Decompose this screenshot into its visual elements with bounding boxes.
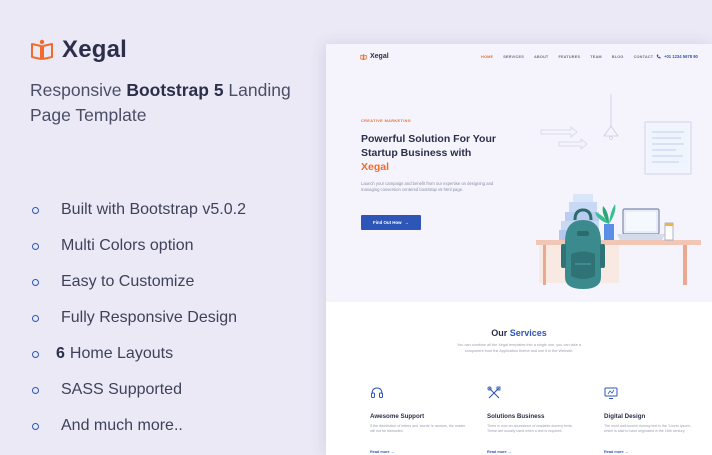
hero-section: Xegal HOME SERVICES ABOUT FEATURES TEAM … (326, 44, 712, 302)
nav-link-features[interactable]: FEATURES (558, 55, 580, 59)
feature-item: 6 Home Layouts (30, 336, 310, 372)
bullet-icon (32, 422, 39, 430)
monitor-design-icon (604, 387, 618, 399)
preview-nav-links: HOME SERVICES ABOUT FEATURES TEAM BLOG C… (481, 55, 653, 59)
promo-panel: Xegal Responsive Bootstrap 5 Landing Pag… (30, 36, 310, 444)
service-card-support: Awesome Support If the distribution of l… (370, 386, 466, 454)
hero-description: Launch your campaign and benefit from ou… (361, 181, 494, 193)
services-subtitle: You can combine all the Xegal templates … (457, 343, 581, 353)
brand-logo: Xegal (30, 36, 310, 64)
arrow-right-icon: → (404, 220, 409, 225)
hero-illustration (536, 94, 701, 289)
preview-navbar: Xegal HOME SERVICES ABOUT FEATURES TEAM … (326, 44, 712, 72)
nav-link-contact[interactable]: CONTACT (634, 55, 654, 59)
hero-eyebrow: CREATIVE MARKETING (361, 119, 412, 123)
bullet-icon (32, 314, 39, 322)
read-more-link[interactable]: Read more → (604, 450, 700, 454)
read-more-link[interactable]: Read more → (370, 450, 466, 454)
services-title: Our Services (491, 328, 547, 338)
nav-link-about[interactable]: ABOUT (534, 55, 549, 59)
feature-item: SASS Supported (30, 372, 310, 408)
open-book-icon (360, 53, 367, 60)
nav-link-blog[interactable]: BLOG (612, 55, 624, 59)
bullet-icon (32, 350, 39, 358)
phone-icon (656, 54, 661, 59)
nav-phone[interactable]: +01 1234 5678 90 (656, 54, 698, 59)
bullet-icon (32, 278, 39, 286)
nav-link-services[interactable]: SERVICES (503, 55, 524, 59)
feature-list: Built with Bootstrap v5.0.2 Multi Colors… (30, 192, 310, 444)
read-more-link[interactable]: Read more → (487, 450, 583, 454)
feature-item: And much more.. (30, 408, 310, 444)
hero-headline: Powerful Solution For Your Startup Busin… (361, 133, 496, 173)
bullet-icon (32, 242, 39, 250)
feature-item: Easy to Customize (30, 264, 310, 300)
tagline: Responsive Bootstrap 5 Landing Page Temp… (30, 80, 291, 125)
bullet-icon (32, 386, 39, 394)
bullet-icon (32, 206, 39, 214)
service-card-solutions: Solutions Business There is now an abund… (487, 386, 583, 454)
nav-link-team[interactable]: TEAM (590, 55, 602, 59)
template-preview: Xegal HOME SERVICES ABOUT FEATURES TEAM … (326, 44, 712, 455)
find-out-how-button[interactable]: Find Out How → (361, 215, 421, 230)
services-section: Our Services You can combine all the Xeg… (326, 302, 712, 455)
preview-logo[interactable]: Xegal (360, 53, 389, 60)
feature-item: Fully Responsive Design (30, 300, 310, 336)
service-card-design: Digital Design The most well-known dummy… (604, 386, 700, 454)
open-book-icon (31, 39, 53, 60)
headset-icon (371, 387, 383, 398)
feature-item: Built with Bootstrap v5.0.2 (30, 192, 310, 228)
nav-link-home[interactable]: HOME (481, 55, 493, 59)
tools-icon (487, 386, 501, 399)
feature-item: Multi Colors option (30, 228, 310, 264)
brand-name: Xegal (62, 36, 128, 63)
